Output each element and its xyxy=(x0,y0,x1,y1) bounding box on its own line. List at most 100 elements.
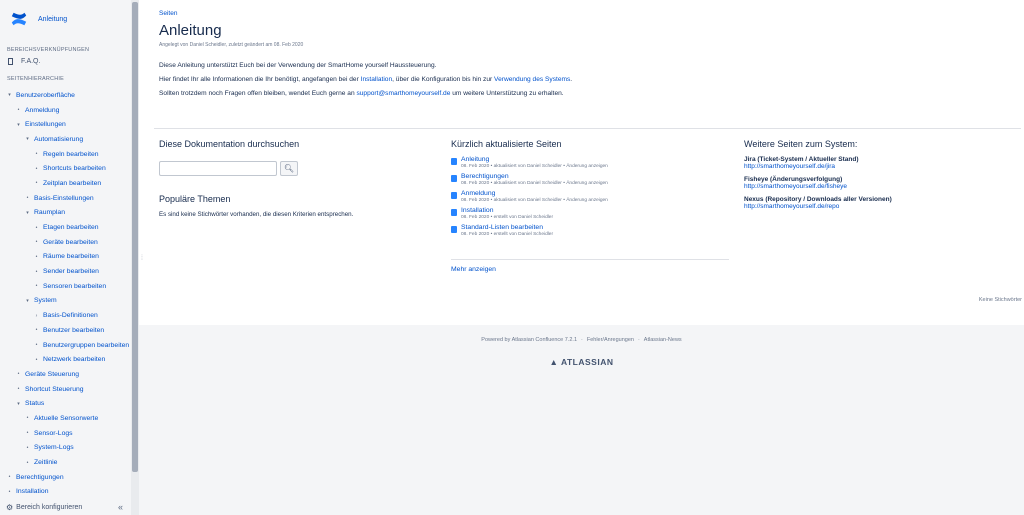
sidebar-tree-label[interactable]: Einstellungen xyxy=(25,121,66,128)
recent-item-link[interactable]: Installation xyxy=(461,207,553,214)
sidebar-tree-label[interactable]: Sensoren bearbeiten xyxy=(43,283,106,290)
sidebar-tree-label[interactable]: Aktuelle Sensorwerte xyxy=(34,415,98,422)
sidebar-tree-item[interactable]: • Geräte bearbeiten xyxy=(0,235,131,250)
sidebar-tree-label[interactable]: Sender bearbeiten xyxy=(43,268,99,275)
search-button[interactable]: 🔍︎ xyxy=(280,161,298,176)
sidebar-tree-item[interactable]: • Shortcuts bearbeiten xyxy=(0,161,131,176)
sidebar-tree-item[interactable]: • Sensor-Logs xyxy=(0,426,131,441)
atlassian-logo[interactable]: ▲ ATLASSIAN xyxy=(139,357,1024,367)
sidebar-tree-label[interactable]: Netzwerk bearbeiten xyxy=(43,356,105,363)
recent-item-link[interactable]: Anmeldung xyxy=(461,190,608,197)
chevron-right-icon[interactable]: › xyxy=(33,313,40,319)
sidebar-tree-label[interactable]: Sensor-Logs xyxy=(34,430,73,437)
sidebar-tree-label[interactable]: Zeitlinie xyxy=(34,459,57,466)
sidebar-tree-item[interactable]: › Basis-Definitionen xyxy=(0,308,131,323)
sidebar-scrollbar-thumb[interactable] xyxy=(132,2,138,472)
sidebar-tree-label[interactable]: Automatisierung xyxy=(34,136,83,143)
search-input[interactable] xyxy=(159,161,277,176)
search-title: Diese Dokumentation durchsuchen xyxy=(159,139,300,149)
sidebar-tree-label[interactable]: Benutzergruppen bearbeiten xyxy=(43,342,129,349)
sidebar-tree-label[interactable]: Etagen bearbeiten xyxy=(43,224,99,231)
sidebar-tree-item[interactable]: ▾ Raumplan xyxy=(0,206,131,221)
sidebar-tree-label[interactable]: Installation xyxy=(16,488,49,495)
sidebar-tree-label[interactable]: Raumplan xyxy=(34,209,65,216)
recent-item-link[interactable]: Anleitung xyxy=(461,156,608,163)
sidebar-tree-item[interactable]: • Benutzergruppen bearbeiten xyxy=(0,338,131,353)
sidebar-tree-label[interactable]: Status xyxy=(25,400,44,407)
breadcrumb[interactable]: Seiten xyxy=(159,10,177,17)
sidebar-tree-label[interactable]: Zeitplan bearbeiten xyxy=(43,180,101,187)
sidebar-tree-label[interactable]: System-Logs xyxy=(34,444,74,451)
sidebar-tree-item[interactable]: • Regeln bearbeiten xyxy=(0,147,131,162)
sidebar-tree-label[interactable]: Basis-Definitionen xyxy=(43,312,98,319)
show-more-link[interactable]: Mehr anzeigen xyxy=(451,266,496,273)
sidebar-tree-label[interactable]: Shortcut Steuerung xyxy=(25,386,84,393)
shortcut-label[interactable]: F.A.Q. xyxy=(21,58,40,65)
sidebar-tree-item[interactable]: • Räume bearbeiten xyxy=(0,250,131,265)
sidebar-tree-label[interactable]: Geräte Steuerung xyxy=(25,371,79,378)
sidebar-tree-item[interactable]: • Basis-Einstellungen xyxy=(0,191,131,206)
sidebar-tree-item[interactable]: ▾ Automatisierung xyxy=(0,132,131,147)
sidebar-tree-label[interactable]: Geräte bearbeiten xyxy=(43,239,98,246)
related-item-link[interactable]: http://smarthomeyourself.de/jira xyxy=(744,163,1014,170)
sidebar-tree-label[interactable]: Räume bearbeiten xyxy=(43,253,99,260)
configure-space[interactable]: ⚙ Bereich konfigurieren « xyxy=(0,500,131,515)
related-item-title: Nexus (Repository / Downloads aller Vers… xyxy=(744,196,892,203)
shortcut-faq[interactable]: F.A.Q. xyxy=(8,58,40,65)
sidebar-tree-item[interactable]: • Installation xyxy=(0,485,131,500)
sidebar-tree-label[interactable]: Regeln bearbeiten xyxy=(43,151,99,158)
installation-link[interactable]: Installation xyxy=(361,76,393,83)
related-item-link[interactable]: http://smarthomeyourself.de/repo xyxy=(744,203,1014,210)
sidebar-tree-label[interactable]: System xyxy=(34,297,57,304)
sidebar-tree-item[interactable]: • Geräte Steuerung xyxy=(0,367,131,382)
sidebar-tree-label[interactable]: Benutzer bearbeiten xyxy=(43,327,104,334)
sidebar-tree-item[interactable]: • Aktuelle Sensorwerte xyxy=(0,411,131,426)
bullet-icon: • xyxy=(8,488,11,495)
recent-item-link[interactable]: Berechtigungen xyxy=(461,173,608,180)
recent-item-link[interactable]: Standard-Listen bearbeiten xyxy=(461,224,553,231)
sidebar-tree-item[interactable]: • System-Logs xyxy=(0,441,131,456)
bullet-icon: • xyxy=(26,444,29,451)
sidebar-tree-item[interactable]: • Shortcut Steuerung xyxy=(0,382,131,397)
chevron-down-icon[interactable]: ▾ xyxy=(15,401,22,407)
collapse-sidebar-icon[interactable]: « xyxy=(118,502,123,512)
sidebar-tree-item[interactable]: ▾ Status xyxy=(0,396,131,411)
report-link[interactable]: Fehler/Anregungen xyxy=(587,337,634,343)
sidebar-tree-item[interactable]: • Etagen bearbeiten xyxy=(0,220,131,235)
support-text: Sollten trotzdem noch Fragen offen bleib… xyxy=(159,90,357,97)
sidebar-tree-label[interactable]: Berechtigungen xyxy=(16,474,64,481)
chevron-down-icon[interactable]: ▾ xyxy=(24,210,31,216)
sidebar-tree-item[interactable]: • Anmeldung xyxy=(0,103,131,118)
sidebar-tree-label[interactable]: Shortcuts bearbeiten xyxy=(43,165,106,172)
sidebar-tree-label[interactable]: Benutzeroberfläche xyxy=(16,92,75,99)
chevron-down-icon[interactable]: ▾ xyxy=(15,122,22,128)
sidebar-tree-item[interactable]: • Benutzer bearbeiten xyxy=(0,323,131,338)
bullet-icon: • xyxy=(35,165,38,172)
labels-text: Keine Stichwörter xyxy=(978,297,1022,303)
support-email-link[interactable]: support@smarthomeyourself.de xyxy=(356,90,450,97)
sidebar-tree-item[interactable]: ▾ Benutzeroberfläche xyxy=(0,88,131,103)
news-link[interactable]: Atlassian-News xyxy=(644,337,682,343)
sidebar-tree-item[interactable]: • Sender bearbeiten xyxy=(0,264,131,279)
sidebar-tree-item[interactable]: ▾ Einstellungen xyxy=(0,117,131,132)
sidebar-tree-label[interactable]: Basis-Einstellungen xyxy=(34,195,94,202)
configure-label[interactable]: Bereich konfigurieren xyxy=(16,504,82,511)
usage-link[interactable]: Verwendung des Systems xyxy=(494,76,570,83)
related-item-link[interactable]: http://smarthomeyourself.de/fisheye xyxy=(744,183,1014,190)
sidebar-tree-item[interactable]: ▾ System xyxy=(0,294,131,309)
sidebar-tree-item[interactable]: • Zeitlinie xyxy=(0,455,131,470)
chevron-down-icon[interactable]: ▾ xyxy=(24,298,31,304)
sidebar-tree-item[interactable]: • Sensoren bearbeiten xyxy=(0,279,131,294)
space-name[interactable]: Anleitung xyxy=(38,16,67,23)
sidebar-tree-item[interactable]: • Berechtigungen xyxy=(0,470,131,485)
powered-by-link[interactable]: Powered by Atlassian Confluence 7.2.1 xyxy=(481,337,577,343)
hierarchy-label: SEITENHIERARCHIE xyxy=(7,76,64,82)
sidebar-tree-item[interactable]: • Zeitplan bearbeiten xyxy=(0,176,131,191)
chevron-down-icon[interactable]: ▾ xyxy=(6,92,13,98)
sidebar-tree-label[interactable]: Anmeldung xyxy=(25,107,59,114)
support-paragraph: Sollten trotzdem noch Fragen offen bleib… xyxy=(159,90,564,97)
sidebar-tree-item[interactable]: • Netzwerk bearbeiten xyxy=(0,352,131,367)
shortcuts-label: BEREICHSVERKNÜPFUNGEN xyxy=(7,47,90,53)
space-header[interactable]: Anleitung xyxy=(10,10,67,28)
chevron-down-icon[interactable]: ▾ xyxy=(24,136,31,142)
